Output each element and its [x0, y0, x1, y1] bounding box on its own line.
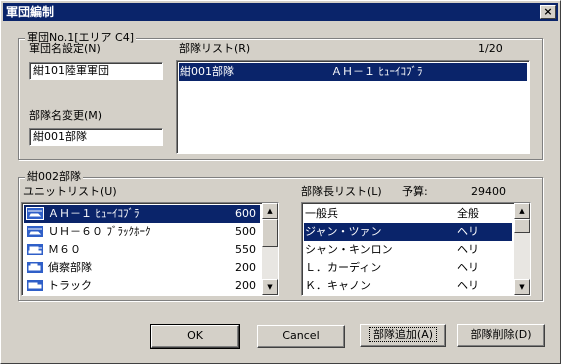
ok-button-label: OK: [187, 329, 203, 342]
list-item[interactable]: トラック 200: [24, 277, 260, 295]
title-bar[interactable]: 軍団編制 ×: [3, 3, 558, 21]
close-button[interactable]: ×: [540, 5, 556, 19]
budget-value: 29400: [471, 185, 506, 198]
unit-count: 1/20: [478, 42, 503, 55]
unit-type-cost: 500: [235, 225, 256, 238]
unit-type-cost: 200: [235, 279, 256, 292]
list-item[interactable]: ジャン・ツァン ヘリ: [304, 223, 512, 241]
leader-list[interactable]: 一般兵 全般 ジャン・ツァン ヘリ シャン・キンロン ヘリ Ｌ．カーディン ヘリ…: [301, 202, 531, 296]
helicopter-icon: [26, 225, 44, 238]
ok-button[interactable]: OK: [150, 324, 240, 349]
list-item[interactable]: シャン・キンロン ヘリ: [304, 241, 512, 259]
unit-type-scrollbar[interactable]: ▲ ▼: [262, 203, 278, 295]
window-title: 軍団編制: [6, 5, 55, 19]
unit-group-title: 紺002部隊: [25, 170, 83, 184]
scroll-up-icon[interactable]: ▲: [262, 203, 278, 219]
corps-name-field[interactable]: 紺101陸軍軍団: [29, 62, 163, 80]
cancel-button-label: Cancel: [282, 329, 320, 342]
unit-type-list[interactable]: ＡＨ－１ ﾋｭｰｲｺﾌﾞﾗ 600 ＵＨ－６０ ﾌﾞﾗｯｸﾎｰｸ 500 Ｍ６０…: [21, 202, 279, 296]
leader-type: ヘリ: [457, 261, 479, 274]
unit-type: ＡＨ－１ ﾋｭｰｲｺﾌﾞﾗ: [331, 65, 423, 78]
add-unit-button[interactable]: 部隊追加(A): [360, 324, 446, 347]
unit-rename-label: 部隊名変更(M): [29, 109, 103, 122]
cancel-button[interactable]: Cancel: [257, 325, 345, 348]
leader-name: シャン・キンロン: [305, 243, 393, 256]
helicopter-icon: [26, 207, 44, 220]
delete-unit-button-label: 部隊削除(D): [470, 328, 532, 341]
list-item[interactable]: 偵察部隊 200: [24, 259, 260, 277]
unit-type-name: Ｍ６０: [48, 243, 81, 256]
unit-list-label: 部隊リスト(R): [179, 42, 251, 55]
leader-name: Ｋ．キャノン: [305, 279, 371, 292]
list-item[interactable]: ＡＨ－１ ﾋｭｰｲｺﾌﾞﾗ 600: [24, 205, 260, 223]
scroll-down-icon[interactable]: ▼: [262, 279, 278, 295]
list-item[interactable]: 一般兵 全般: [304, 205, 512, 223]
corps-organization-dialog: 軍団編制 × 軍団No.1[エリア C4] 軍団名設定(N) 紺101陸軍軍団 …: [0, 0, 561, 364]
scroll-thumb[interactable]: [262, 219, 278, 247]
leader-name: 一般兵: [305, 207, 338, 220]
unit-type-name: ＵＨ－６０ ﾌﾞﾗｯｸﾎｰｸ: [48, 225, 151, 238]
unit-type-name: トラック: [48, 279, 92, 292]
recon-vehicle-icon: [26, 261, 44, 274]
leader-list-label: 部隊長リスト(L): [301, 185, 382, 198]
unit-type-cost: 200: [235, 261, 256, 274]
unit-type-cost: 550: [235, 243, 256, 256]
scroll-up-icon[interactable]: ▲: [514, 203, 530, 219]
leader-name: Ｌ．カーディン: [305, 261, 382, 274]
unit-rename-field[interactable]: 紺001部隊: [29, 128, 163, 146]
leader-scrollbar[interactable]: ▲ ▼: [514, 203, 530, 295]
unit-type-name: ＡＨ－１ ﾋｭｰｲｺﾌﾞﾗ: [48, 207, 140, 220]
truck-icon: [26, 279, 44, 292]
corps-name-label: 軍団名設定(N): [29, 42, 101, 55]
unit-type-cost: 600: [235, 207, 256, 220]
leader-type: 全般: [457, 207, 479, 220]
list-item[interactable]: Ｍ６０ 550: [24, 241, 260, 259]
unit-type-name: 偵察部隊: [48, 261, 92, 274]
leader-type: ヘリ: [457, 225, 479, 238]
leader-type: ヘリ: [457, 279, 479, 292]
add-unit-button-label: 部隊追加(A): [368, 327, 438, 342]
list-item[interactable]: Ｋ．キャノン ヘリ: [304, 277, 512, 295]
unit-name: 紺001部隊: [180, 65, 234, 78]
scroll-thumb[interactable]: [514, 219, 530, 233]
close-icon: ×: [543, 5, 553, 18]
unit-list[interactable]: 紺001部隊 ＡＨ－１ ﾋｭｰｲｺﾌﾞﾗ: [176, 60, 530, 154]
delete-unit-button[interactable]: 部隊削除(D): [457, 324, 545, 347]
unit-type-list-label: ユニットリスト(U): [23, 185, 117, 198]
list-item[interactable]: 紺001部隊 ＡＨ－１ ﾋｭｰｲｺﾌﾞﾗ: [179, 63, 527, 81]
leader-type: ヘリ: [457, 243, 479, 256]
list-item[interactable]: ＵＨ－６０ ﾌﾞﾗｯｸﾎｰｸ 500: [24, 223, 260, 241]
budget-label: 予算:: [402, 185, 428, 198]
scroll-down-icon[interactable]: ▼: [514, 279, 530, 295]
tank-icon: [26, 243, 44, 256]
list-item[interactable]: Ｌ．カーディン ヘリ: [304, 259, 512, 277]
leader-name: ジャン・ツァン: [305, 225, 382, 238]
